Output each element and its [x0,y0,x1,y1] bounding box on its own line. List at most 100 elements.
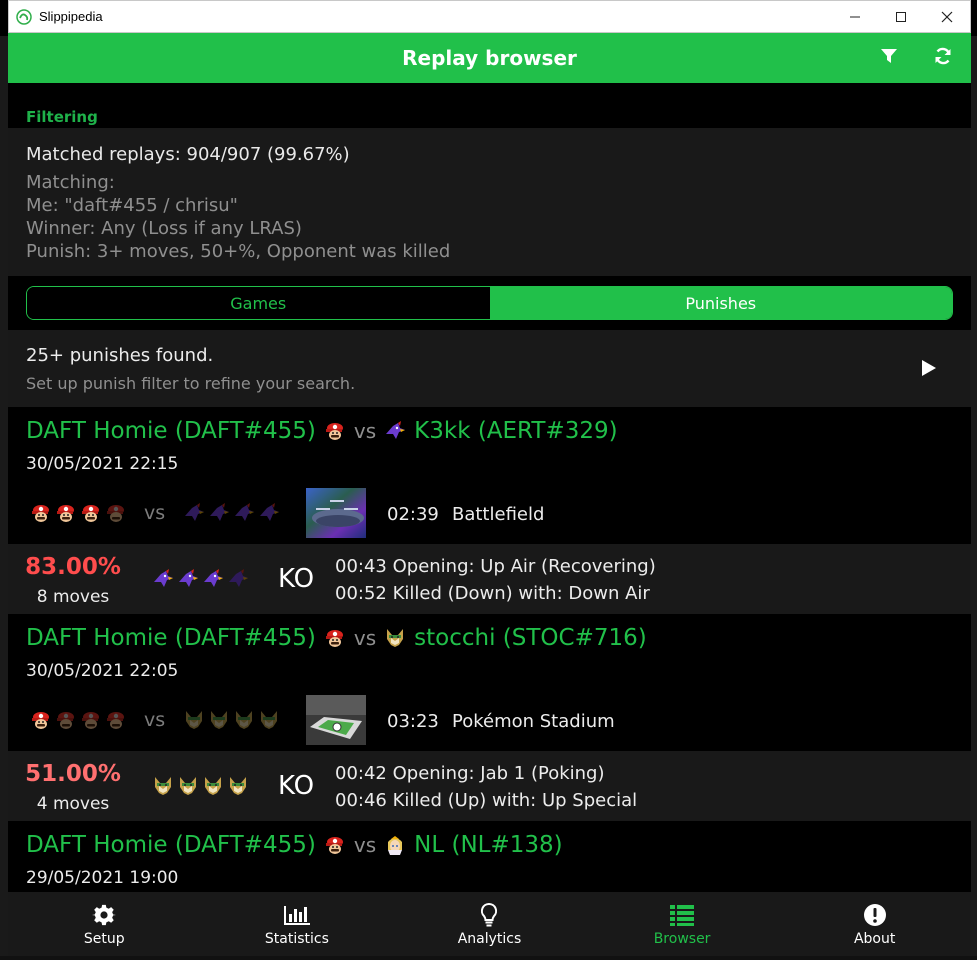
mario-stock-lost-icon [55,709,77,731]
vs-label: vs [353,419,377,443]
view-tabs-area: Games Punishes [8,278,971,330]
falco-stock-icon [202,568,224,590]
tab-games[interactable]: Games [27,287,490,319]
game-players: DAFT Homie (DAFT#455) vs stocchi (STOC#7… [26,625,647,651]
punish-kill: 00:52 Killed (Down) with: Down Air [335,583,650,604]
fox-stock-icon [177,775,199,797]
punish-item[interactable]: 83.00% 8 moves KO 00:43 Opening: Up Air … [8,544,971,614]
results-count: 25+ punishes found. [26,345,214,366]
falco-stock-icon [152,568,174,590]
game-duration: 02:39 [387,504,439,525]
vs-label: vs [353,626,377,650]
zelda-icon [384,834,406,856]
punish-result: KO [278,564,315,594]
refresh-button[interactable] [931,46,955,70]
fox-stock-lost-icon [183,709,205,731]
fox-stock-icon [202,775,224,797]
stage-name: Pokémon Stadium [452,711,615,732]
nav-about[interactable]: About [778,892,971,956]
mario-stock-icon [55,502,77,524]
desktop-background-bottom [0,956,977,960]
falco-stock-lost-icon [183,502,205,524]
falco-icon [384,420,406,442]
app-header: Replay browser [8,33,971,83]
bottom-navigation: Setup Statistics Analytics Browser About [8,892,971,956]
mario-stock-icon [30,502,52,524]
mario-stock-icon [80,502,102,524]
info-icon [861,902,889,928]
game-players: DAFT Homie (DAFT#455) vs K3kk (AERT#329) [26,418,618,444]
filter-summary-panel[interactable]: Matched replays: 904/907 (99.67%) Matchi… [8,128,971,276]
tab-punishes[interactable]: Punishes [489,287,952,319]
punish-moves: 8 moves [36,587,110,607]
filter-button[interactable] [877,46,901,70]
game-date: 30/05/2021 22:05 [26,661,179,681]
play-icon [921,360,937,381]
mario-stock-lost-icon [105,709,127,731]
game-date: 30/05/2021 22:15 [26,454,179,474]
punish-percent: 83.00% [25,554,121,580]
replay-list[interactable]: DAFT Homie (DAFT#455) vs K3kk (AERT#329)… [8,408,971,892]
window-title: Slippipedia [39,9,103,24]
vs-label: vs [144,502,166,524]
game-players: DAFT Homie (DAFT#455) vs NL (NL#138) [26,832,563,858]
fox-stock-icon [227,775,249,797]
vs-label: vs [144,709,166,731]
mario-stock-icon [30,709,52,731]
results-summary[interactable]: 25+ punishes found. Set up punish filter… [8,330,971,407]
punish-result: KO [278,771,315,801]
minimize-button[interactable] [832,1,878,32]
results-hint: Set up punish filter to refine your sear… [26,374,356,393]
nav-analytics-label: Analytics [457,930,522,947]
stage-name: Battlefield [452,504,545,525]
refresh-icon [933,46,953,70]
filtering-heading: Filtering [26,108,98,126]
close-button[interactable] [924,1,970,32]
falco-stock-icon [177,568,199,590]
desktop-background-right [971,36,977,960]
filter-winner: Winner: Any (Loss if any LRAS) [26,218,302,239]
falco-stock-lost-icon [227,568,249,590]
falco-stock-lost-icon [258,502,280,524]
mario-stock-lost-icon [105,502,127,524]
window-titlebar[interactable]: Slippipedia [8,0,971,33]
nav-browser[interactable]: Browser [586,892,779,956]
opponent-name: K3kk (AERT#329) [414,418,618,444]
nav-statistics-label: Statistics [264,930,329,947]
nav-analytics[interactable]: Analytics [393,892,586,956]
punish-opening: 00:42 Opening: Jab 1 (Poking) [335,763,605,784]
app-window: Slippipedia Replay browser Filtering Mat… [8,0,971,956]
punish-item[interactable]: 51.00% 4 moves KO 00:42 Opening: Jab 1 (… [8,751,971,821]
punish-stocks [152,775,252,797]
player-name: DAFT Homie (DAFT#455) [26,418,316,444]
gear-icon [90,902,118,928]
game-item[interactable]: DAFT Homie (DAFT#455) vs stocchi (STOC#7… [8,615,971,750]
matching-label: Matching: [26,172,115,193]
nav-statistics[interactable]: Statistics [201,892,394,956]
nav-setup[interactable]: Setup [8,892,201,956]
bar-chart-icon [283,902,311,928]
punish-percent: 51.00% [25,761,121,787]
mario-stock-lost-icon [80,709,102,731]
punish-stocks [152,568,252,590]
lightbulb-icon [475,902,503,928]
punish-kill: 00:46 Killed (Up) with: Up Special [335,790,638,811]
game-item[interactable]: DAFT Homie (DAFT#455) vs NL (NL#138) 29/… [8,822,971,892]
nav-setup-label: Setup [83,930,125,947]
fox-stock-lost-icon [208,709,230,731]
play-button[interactable] [921,359,937,377]
fox-stock-icon [152,775,174,797]
maximize-button[interactable] [878,1,924,32]
punish-moves: 4 moves [36,794,110,814]
filter-me: Me: "daft#455 / chrisu" [26,195,238,216]
opponent-name: NL (NL#138) [414,832,563,858]
nav-browser-label: Browser [653,930,711,947]
game-item[interactable]: DAFT Homie (DAFT#455) vs K3kk (AERT#329)… [8,408,971,543]
punish-opening: 00:43 Opening: Up Air (Recovering) [335,556,656,577]
stage-thumbnail [306,488,366,538]
opponent-name: stocchi (STOC#716) [414,625,647,651]
game-duration: 03:23 [387,711,439,732]
player-name: DAFT Homie (DAFT#455) [26,625,316,651]
filter-icon [880,47,898,69]
falco-stock-lost-icon [208,502,230,524]
